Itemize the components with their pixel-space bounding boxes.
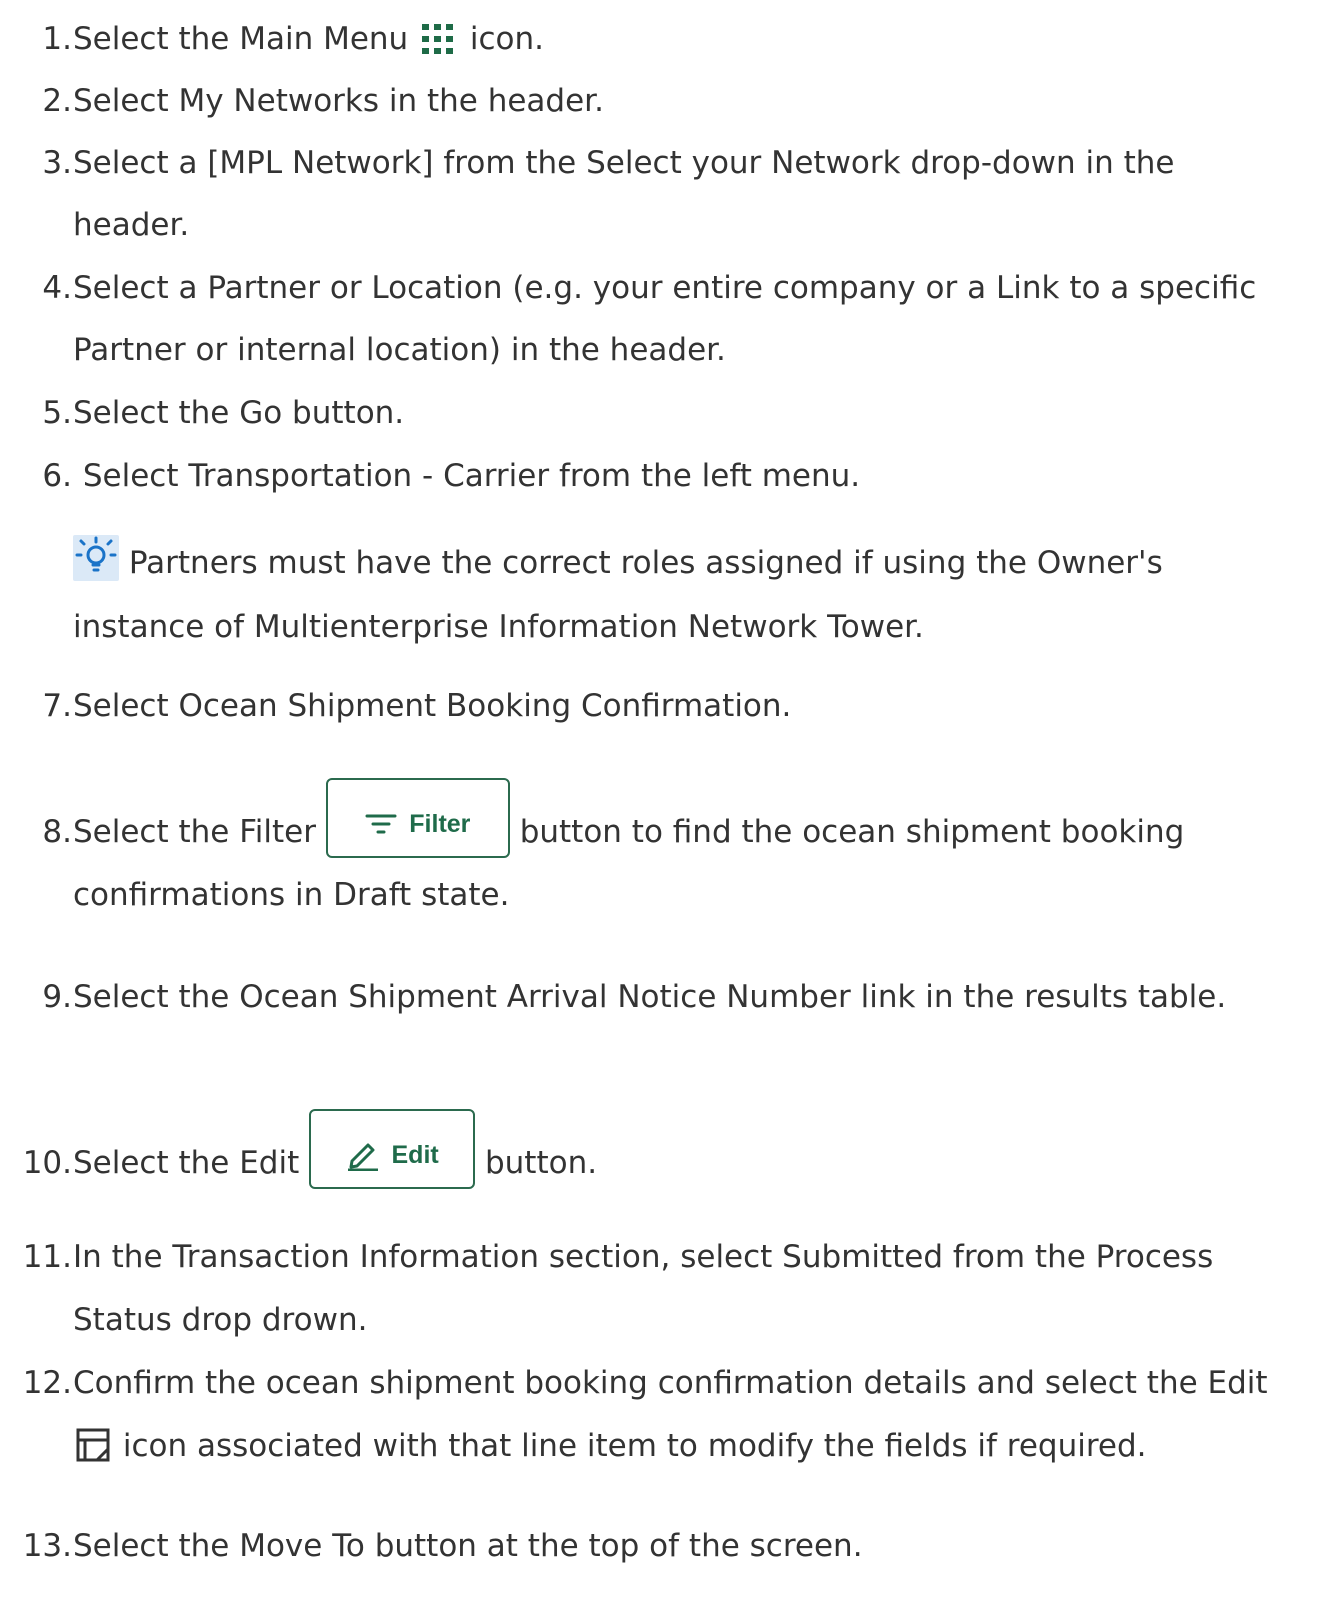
list-item-line: 11. In the Transaction Information sectio… <box>0 1231 1334 1283</box>
step-number: 4. <box>42 270 72 306</box>
list-item-line: 8. Select the Filter Filter button to fin… <box>0 778 1334 858</box>
step-number: 12. <box>22 1365 72 1401</box>
list-item-line: 5. Select the Go button. <box>0 387 1334 439</box>
step-text: Select a Partner or Location (e.g. your … <box>73 270 1257 306</box>
filter-button-image: Filter <box>325 778 510 858</box>
lightbulb-icon <box>73 535 119 581</box>
tip-line: instance of Multienterprise Information … <box>0 601 1334 653</box>
list-item-line: icon associated with that line item to m… <box>0 1420 1334 1472</box>
tip-text: instance of Multienterprise Information … <box>73 609 924 645</box>
list-item-line: confirmations in Draft state. <box>0 869 1334 921</box>
step-text: icon. <box>460 21 545 57</box>
list-item-line: 3. Select a [MPL Network] from the Select… <box>0 137 1334 189</box>
list-item-line: 10. Select the Edit Edit button. <box>0 1109 1334 1189</box>
step-text: Select the Main Menu <box>73 21 419 57</box>
step-text: Partner or internal location) in the hea… <box>73 332 726 368</box>
instructions-list: 1. Select the Main Menu icon. 2. Select My … <box>0 0 1334 1624</box>
tip-text: Partners must have the correct roles ass… <box>119 545 1163 581</box>
step-number: 10. <box>22 1145 72 1181</box>
filter-label: Filter <box>409 810 471 838</box>
list-item-line: Partner or internal location) in the hea… <box>0 324 1334 376</box>
step-text: Status drop drown. <box>73 1302 368 1338</box>
list-item-line: 12. Confirm the ocean shipment booking co… <box>0 1357 1334 1409</box>
step-text: Select the Ocean Shipment Arrival Notice… <box>73 979 1227 1015</box>
list-item-line: 1. Select the Main Menu icon. <box>0 13 1334 65</box>
step-text: Select the Filter <box>73 814 326 850</box>
step-text: icon associated with that line item to m… <box>113 1428 1147 1464</box>
step-text: header. <box>73 207 190 243</box>
step-number: 13. <box>22 1528 72 1564</box>
filter-lines-icon <box>365 813 397 835</box>
list-item-line: 6. Select Transportation - Carrier from … <box>0 450 1334 502</box>
step-text: Select the Move To button at the top of … <box>73 1528 863 1564</box>
step-text: In the Transaction Information section, … <box>73 1239 1214 1275</box>
list-item-line: 4. Select a Partner or Location (e.g. you… <box>0 262 1334 314</box>
step-text: button. <box>475 1145 598 1181</box>
step-number: 1. <box>42 21 72 57</box>
step-text: Select Transportation - Carrier from the… <box>73 458 861 494</box>
edit-icon <box>75 1427 113 1465</box>
step-number: 8. <box>42 814 72 850</box>
step-text: Select Ocean Shipment Booking Confirmati… <box>73 688 792 724</box>
list-item-line: 13. Select the Move To button at the top … <box>0 1520 1334 1572</box>
tip-line: Partners must have the correct roles ass… <box>0 535 1334 589</box>
list-item-line: Status drop drown. <box>0 1294 1334 1346</box>
menu-grid-icon <box>418 21 458 57</box>
step-number: 2. <box>42 83 72 119</box>
step-text: Confirm the ocean shipment booking confi… <box>73 1365 1268 1401</box>
step-number: 9. <box>42 979 72 1015</box>
step-text: Select the Edit <box>73 1145 310 1181</box>
list-item-line: 9. Select the Ocean Shipment Arrival Noti… <box>0 971 1334 1023</box>
step-number: 5. <box>42 395 72 431</box>
step-number: 11. <box>22 1239 72 1275</box>
step-text: Select My Networks in the header. <box>73 83 604 119</box>
edit-label: Edit <box>391 1141 439 1169</box>
step-number: 3. <box>42 145 72 181</box>
step-text: button to find the ocean shipment bookin… <box>509 814 1185 850</box>
list-item-line: 7. Select Ocean Shipment Booking Confirma… <box>0 680 1334 732</box>
step-number: 6. <box>42 458 72 494</box>
step-text: Select a [MPL Network] from the Select y… <box>73 145 1175 181</box>
step-text: Select the Go button. <box>73 395 405 431</box>
list-item-line: header. <box>0 199 1334 251</box>
edit-button-image: Edit <box>309 1109 476 1189</box>
list-item-line: 2. Select My Networks in the header. <box>0 75 1334 127</box>
step-number: 7. <box>42 688 72 724</box>
pencil-icon <box>346 1139 380 1171</box>
step-text: confirmations in Draft state. <box>73 877 510 913</box>
